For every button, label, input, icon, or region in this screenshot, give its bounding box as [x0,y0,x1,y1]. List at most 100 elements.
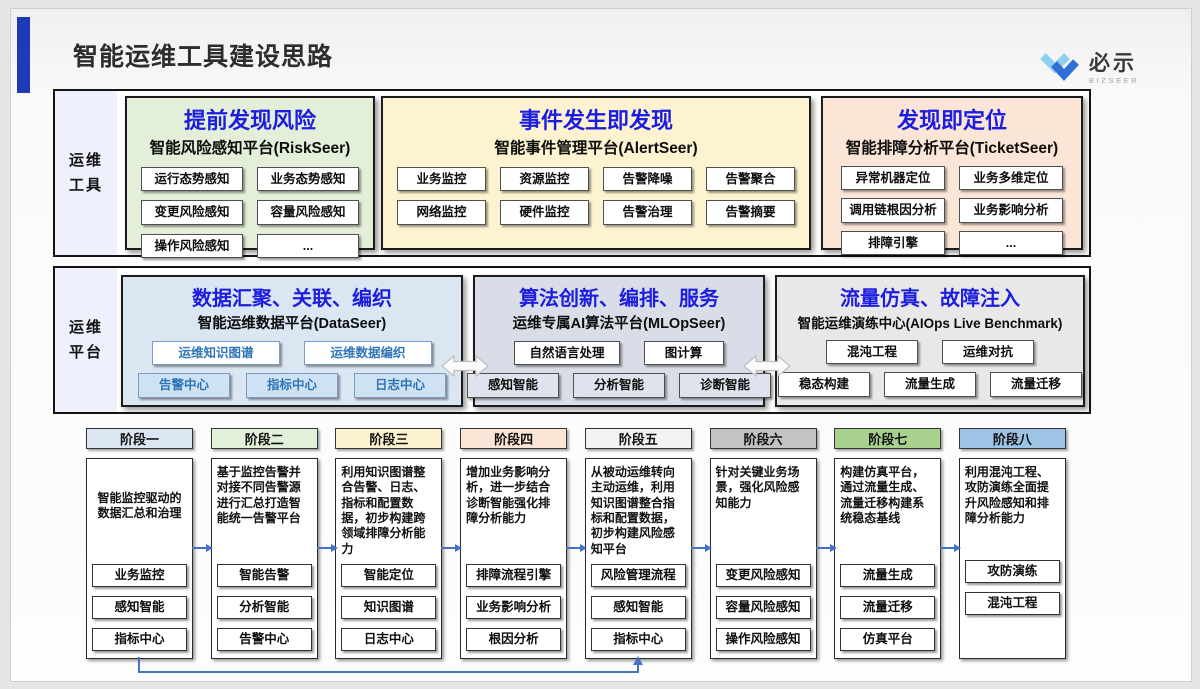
tools-band: 运维 工具 提前发现风险 智能风险感知平台(RiskSeer) 运行态势感知 业… [53,89,1091,257]
phase-header: 阶段四 [460,428,567,449]
phase-arrow [441,547,460,549]
phase-item: 知识图谱 [341,596,436,619]
panel-subtitle: 智能排障分析平台(TicketSeer) [823,136,1081,158]
panel-subtitle: 智能风险感知平台(RiskSeer) [127,136,373,158]
phase-item: 排障流程引擎 [466,564,561,587]
capability-chip: 图计算 [644,341,724,365]
panel-title: 算法创新、编排、服务 [475,282,763,311]
panel-title: 发现即定位 [823,103,1081,135]
double-arrow-icon [743,354,791,378]
panel-subtitle: 运维专属AI算法平台(MLOpSeer) [475,312,763,333]
panel-title: 提前发现风险 [127,103,373,135]
double-arrow-icon [441,354,489,378]
phase-item: 智能告警 [217,564,312,587]
capability-chip: 告警中心 [138,373,230,397]
capability-chip: 硬件监控 [500,200,589,224]
platform-label-line1: 运维 [69,315,103,340]
phase-arrow [940,547,959,549]
phase-item: 变更风险感知 [716,564,811,587]
roadmap-connector-arrowhead [633,656,643,665]
phase-item: 感知智能 [591,596,686,619]
phase-header: 阶段三 [335,428,442,449]
capability-chip-ellipsis: ... [257,234,359,258]
phase-column-7: 阶段七 构建仿真平台，通过流量生成、流量迁移构建系统稳态基线 流量生成 流量迁移… [834,428,941,659]
capability-chip: 排障引擎 [841,231,945,255]
phase-item: 混沌工程 [965,592,1060,615]
capability-chip: 运维对抗 [942,340,1034,364]
capability-chip: 容量风险感知 [257,200,359,224]
phase-column-5: 阶段五 从被动运维转向主动运维，利用知识图谱整合指标和配置数据，初步构建风险感知… [585,428,692,659]
phase-desc: 从被动运维转向主动运维，利用知识图谱整合指标和配置数据，初步构建风险感知平台 [591,465,686,557]
phase-item: 风险管理流程 [591,564,686,587]
panel-title: 事件发生即发现 [383,103,809,135]
phase-item: 容量风险感知 [716,596,811,619]
phase-item: 指标中心 [92,628,187,651]
phase-item: 分析智能 [217,596,312,619]
phase-desc: 构建仿真平台，通过流量生成、流量迁移构建系统稳态基线 [840,465,935,526]
phase-item: 日志中心 [341,628,436,651]
capability-chip: 网络监控 [397,200,486,224]
phase-arrow [691,547,710,549]
phase-header: 阶段七 [834,428,941,449]
panel-dataseer: 数据汇聚、关联、编织 智能运维数据平台(DataSeer) 运维知识图谱 运维数… [121,275,463,407]
phase-header: 阶段五 [585,428,692,449]
phase-desc: 利用混沌工程、攻防演练全面提升风险感知和排障分析能力 [965,465,1060,526]
capability-chip: 运维知识图谱 [152,341,280,365]
capability-chip: 告警治理 [603,200,692,224]
platform-label-line2: 平台 [69,340,103,365]
phase-item: 指标中心 [591,628,686,651]
capability-chip: 告警摘要 [706,200,795,224]
capability-chip: 资源监控 [500,167,589,191]
capability-chip: 运行态势感知 [141,167,243,191]
phase-item: 根因分析 [466,628,561,651]
logo-name: 必示 [1089,53,1139,74]
panel-title: 流量仿真、故障注入 [777,282,1083,311]
phase-item: 流量迁移 [840,596,935,619]
phase-header: 阶段八 [959,428,1066,449]
roadmap-connector-line [637,664,639,672]
panel-ticketseer: 发现即定位 智能排障分析平台(TicketSeer) 异常机器定位 业务多维定位… [821,96,1083,250]
capability-chip: 业务监控 [397,167,486,191]
phase-item: 告警中心 [217,628,312,651]
capability-chip: 混沌工程 [826,340,918,364]
phase-column-4: 阶段四 增加业务影响分析，进一步结合诊断智能强化排障分析能力 排障流程引擎 业务… [460,428,567,659]
phase-arrow [816,547,835,549]
title-accent-bar [17,17,30,93]
roadmap-connector-line [138,657,140,672]
phase-item: 智能定位 [341,564,436,587]
phase-header: 阶段一 [86,428,193,449]
phase-desc: 基于监控告警并对接不同告警源进行汇总打造智能统一告警平台 [217,465,312,526]
phase-desc: 智能监控驱动的数据汇总和治理 [92,491,187,522]
bizseer-logo: 必示 BIZSEER [1039,51,1139,87]
slide: 智能运维工具建设思路 必示 BIZSEER 运维 工具 提前发现风险 智能风险感… [10,8,1192,682]
capability-chip: 调用链根因分析 [841,198,945,222]
phase-column-3: 阶段三 利用知识图谱整合告警、日志、指标和配置数据，初步构建跨领域排障分析能力 … [335,428,442,659]
phase-arrow [192,547,211,549]
tools-band-label: 运维 工具 [55,91,117,255]
phase-item: 操作风险感知 [716,628,811,651]
phase-item: 流量生成 [840,564,935,587]
panel-alertseer: 事件发生即发现 智能事件管理平台(AlertSeer) 业务监控 资源监控 告警… [381,96,811,250]
tools-label-line2: 工具 [69,173,103,198]
platform-band-label: 运维 平台 [55,268,117,412]
capability-chip: 变更风险感知 [141,200,243,224]
platform-band: 运维 平台 数据汇聚、关联、编织 智能运维数据平台(DataSeer) 运维知识… [53,266,1091,414]
capability-chip: 日志中心 [354,373,446,397]
page-title: 智能运维工具建设思路 [73,37,333,73]
phase-arrow [566,547,585,549]
capability-chip: 操作风险感知 [141,234,243,258]
capability-chip: 指标中心 [246,373,338,397]
panel-title: 数据汇聚、关联、编织 [123,282,461,311]
capability-chip: 自然语言处理 [514,341,619,365]
phase-desc: 利用知识图谱整合告警、日志、指标和配置数据，初步构建跨领域排障分析能力 [341,465,436,557]
phase-column-2: 阶段二 基于监控告警并对接不同告警源进行汇总打造智能统一告警平台 智能告警 分析… [211,428,318,659]
capability-chip: 异常机器定位 [841,166,945,190]
capability-chip: 告警聚合 [706,167,795,191]
phase-item: 业务监控 [92,564,187,587]
phase-item: 业务影响分析 [466,596,561,619]
phase-desc: 针对关键业务场景，强化风险感知能力 [716,465,811,511]
panel-aiops-benchmark: 流量仿真、故障注入 智能运维演练中心(AIOps Live Benchmark)… [775,275,1085,407]
panel-subtitle: 智能运维数据平台(DataSeer) [123,312,461,333]
phase-item: 攻防演练 [965,560,1060,583]
panel-mlopseer: 算法创新、编排、服务 运维专属AI算法平台(MLOpSeer) 自然语言处理 图… [473,275,765,407]
